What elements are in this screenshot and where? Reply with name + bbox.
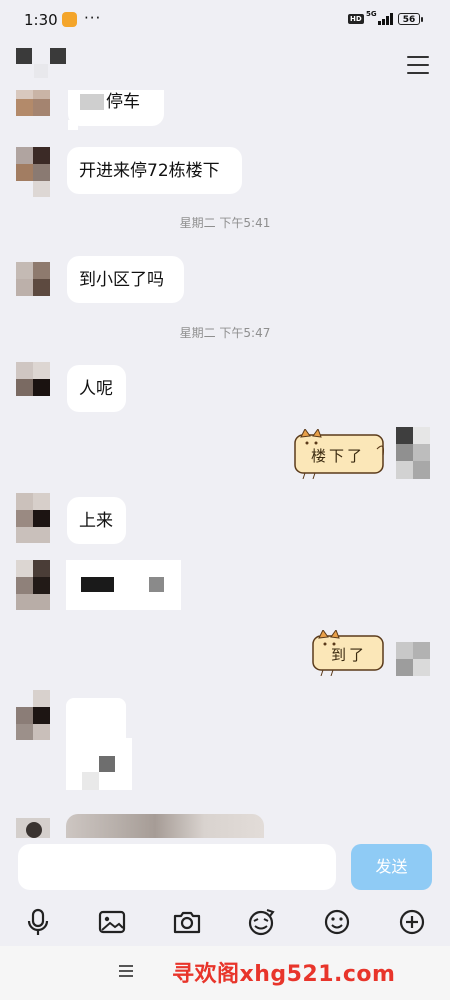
recents-menu-icon[interactable] xyxy=(119,965,133,979)
redacted-block xyxy=(99,756,115,772)
message-text: 人呢 xyxy=(79,379,113,399)
redacted-message[interactable] xyxy=(66,738,132,790)
network-type: 5G xyxy=(366,10,377,18)
message-text: 上来 xyxy=(79,511,113,531)
input-bar: 发送 xyxy=(0,838,450,900)
contact-avatar[interactable] xyxy=(16,690,50,740)
signal-icon xyxy=(378,13,394,25)
redacted-message[interactable] xyxy=(66,560,181,610)
contact-avatar[interactable] xyxy=(16,493,50,527)
contact-avatar[interactable] xyxy=(16,818,50,838)
smiley-icon[interactable] xyxy=(319,904,355,940)
chat-header xyxy=(0,40,450,90)
battery-level: 56 xyxy=(398,13,420,25)
my-avatar[interactable] xyxy=(396,642,430,676)
redacted-block xyxy=(149,577,164,592)
clock: 1:30 xyxy=(24,11,58,29)
contact-avatar[interactable] xyxy=(16,90,50,116)
watermark: 寻欢阁xhg521.com xyxy=(172,962,396,987)
message-list[interactable]: 停车 开进来停72栋楼下 星期二 下午5:41 到小区了吗 星期二 下午5:47… xyxy=(0,90,450,838)
contact-avatar[interactable] xyxy=(16,147,50,181)
message-text: 停车 xyxy=(80,90,140,114)
sticker-message[interactable]: 到了 xyxy=(309,628,387,677)
image-icon[interactable] xyxy=(94,904,130,940)
my-avatar[interactable] xyxy=(396,427,430,479)
hd-voice-icon: HD xyxy=(348,14,364,24)
send-button[interactable]: 发送 xyxy=(351,844,432,890)
message-bubble[interactable]: 停车 xyxy=(68,90,164,126)
sticker-message[interactable]: 楼下了 xyxy=(291,427,387,480)
system-nav-bar: 寻欢阁xhg521.com xyxy=(0,946,450,1000)
image-message[interactable] xyxy=(66,814,264,838)
more-notifications-icon: ··· xyxy=(84,9,102,27)
redacted-block xyxy=(16,527,50,543)
contact-name-blurred xyxy=(16,48,71,78)
redacted-block xyxy=(68,120,78,130)
message-bubble[interactable]: 人呢 xyxy=(67,365,126,412)
message-text: 到小区了吗 xyxy=(79,270,164,290)
redacted-block xyxy=(82,772,99,790)
message-bubble[interactable]: 开进来停72栋楼下 xyxy=(67,147,242,194)
status-bar: 1:30 ··· HD 5G 56 xyxy=(0,0,450,40)
redacted-block xyxy=(81,577,114,592)
contact-avatar[interactable] xyxy=(16,560,50,610)
camera-icon[interactable] xyxy=(169,904,205,940)
timestamp: 星期二 下午5:47 xyxy=(179,326,271,340)
message-bubble[interactable]: 到小区了吗 xyxy=(67,256,184,303)
redacted-block xyxy=(33,181,50,197)
message-input[interactable] xyxy=(18,844,336,890)
app-notification-icon xyxy=(62,12,77,27)
sticker-text: 到了 xyxy=(331,646,368,664)
contact-avatar[interactable] xyxy=(16,262,50,296)
redacted-message[interactable] xyxy=(66,698,126,738)
contact-avatar[interactable] xyxy=(16,362,50,396)
timestamp: 星期二 下午5:41 xyxy=(179,216,271,230)
battery-icon xyxy=(421,17,423,22)
input-toolbar xyxy=(0,900,450,944)
message-text: 开进来停72栋楼下 xyxy=(79,161,220,181)
plus-icon[interactable] xyxy=(394,904,430,940)
emoji-sticker-icon[interactable] xyxy=(243,904,279,940)
sticker-text: 楼下了 xyxy=(311,447,366,465)
microphone-icon[interactable] xyxy=(20,904,56,940)
message-bubble[interactable]: 上来 xyxy=(67,497,126,544)
menu-icon[interactable] xyxy=(407,56,429,74)
